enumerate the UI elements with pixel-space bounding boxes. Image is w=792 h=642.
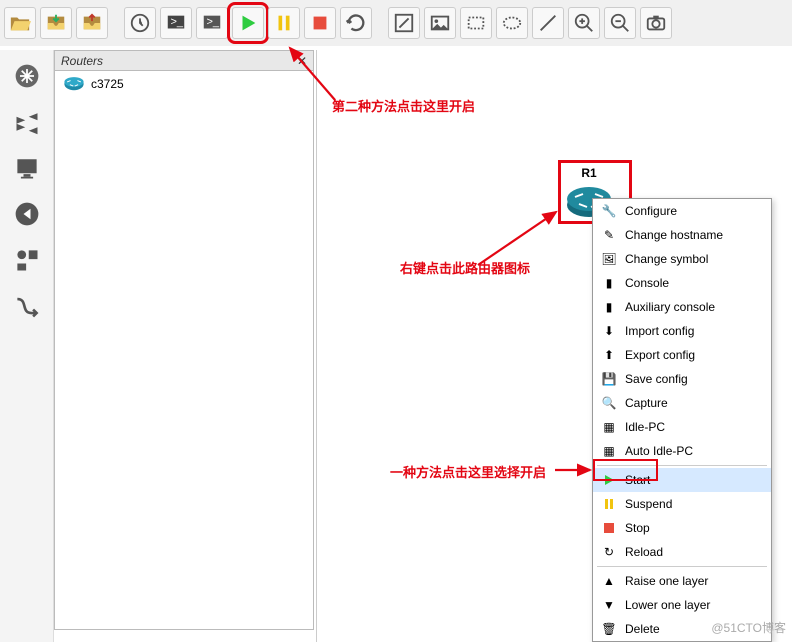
capture-icon: 🔍 [601,395,617,411]
lower-icon: ▼ [601,597,617,613]
router-category-icon[interactable] [9,58,45,94]
anno-rightclick: 右键点击此路由器图标 [400,258,530,277]
save-icon: 💾 [601,371,617,387]
aux-console-button[interactable]: >_ [196,7,228,39]
menu-stop[interactable]: Stop [593,516,771,540]
calc-icon: ▦ [601,419,617,435]
delete-icon: 🗑 [601,621,617,637]
screenshot-button[interactable] [640,7,672,39]
menu-export-config[interactable]: ⬆Export config [593,343,771,367]
inbox-button[interactable] [40,7,72,39]
pause-icon [601,496,617,512]
line-button[interactable] [532,7,564,39]
calc2-icon: ▦ [601,443,617,459]
panel-titlebar: Routers ✕ [55,51,313,71]
switch-category-icon[interactable] [9,104,45,140]
reload-icon: ↻ [601,544,617,560]
menu-start[interactable]: Start [593,468,771,492]
menu-capture[interactable]: 🔍Capture [593,391,771,415]
play-icon [601,472,617,488]
wrench-icon: 🔧 [601,203,617,219]
svg-text:>_: >_ [171,16,184,28]
menu-auto-idlepc[interactable]: ▦Auto Idle-PC [593,439,771,463]
image-button[interactable] [424,7,456,39]
menu-separator [597,465,767,466]
menu-save-config[interactable]: 💾Save config [593,367,771,391]
menu-suspend[interactable]: Suspend [593,492,771,516]
context-menu: 🔧Configure ✎Change hostname 🖼Change symb… [592,198,772,642]
stop-icon [601,520,617,536]
panel-close-button[interactable]: ✕ [297,54,307,68]
enddevice-category-icon[interactable] [9,150,45,186]
pause-all-button[interactable] [268,7,300,39]
menu-console[interactable]: ▮Console [593,271,771,295]
anno-method2: 第二种方法点击这里开启 [332,96,475,115]
image-icon: 🖼 [601,251,617,267]
annotate-button[interactable] [388,7,420,39]
export-icon: ⬆ [601,347,617,363]
tree-item-label: c3725 [91,77,124,91]
start-all-button[interactable] [232,7,264,39]
import-icon: ⬇ [601,323,617,339]
terminal2-icon: ▮ [601,299,617,315]
menu-idlepc[interactable]: ▦Idle-PC [593,415,771,439]
menu-configure[interactable]: 🔧Configure [593,199,771,223]
security-category-icon[interactable] [9,196,45,232]
stop-all-button[interactable] [304,7,336,39]
zoom-out-button[interactable] [604,7,636,39]
raise-icon: ▲ [601,573,617,589]
panel-title: Routers [61,54,103,68]
menu-import-config[interactable]: ⬇Import config [593,319,771,343]
open-button[interactable] [4,7,36,39]
menu-lower[interactable]: ▼Lower one layer [593,593,771,617]
ellipse-button[interactable] [496,7,528,39]
svg-text:>_: >_ [207,16,220,28]
console-button[interactable]: >_ [160,7,192,39]
outbox-button[interactable] [76,7,108,39]
rect-button[interactable] [460,7,492,39]
menu-reload[interactable]: ↻Reload [593,540,771,564]
zoom-in-button[interactable] [568,7,600,39]
clock-button[interactable] [124,7,156,39]
watermark: @51CTO博客 [711,619,786,636]
menu-separator-2 [597,566,767,567]
menu-raise[interactable]: ▲Raise one layer [593,569,771,593]
routers-panel: Routers ✕ c3725 [54,50,314,630]
device-palette [0,50,54,642]
menu-change-hostname[interactable]: ✎Change hostname [593,223,771,247]
main-toolbar: >_ >_ [0,0,792,46]
terminal-icon: ▮ [601,275,617,291]
menu-aux-console[interactable]: ▮Auxiliary console [593,295,771,319]
reload-all-button[interactable] [340,7,372,39]
edit-icon: ✎ [601,227,617,243]
all-category-icon[interactable] [9,242,45,278]
router-chassis-icon [63,75,85,93]
menu-change-symbol[interactable]: 🖼Change symbol [593,247,771,271]
device-tree-item[interactable]: c3725 [55,71,313,97]
cable-category-icon[interactable] [9,288,45,324]
anno-method1: 一种方法点击这里选择开启 [390,462,546,481]
